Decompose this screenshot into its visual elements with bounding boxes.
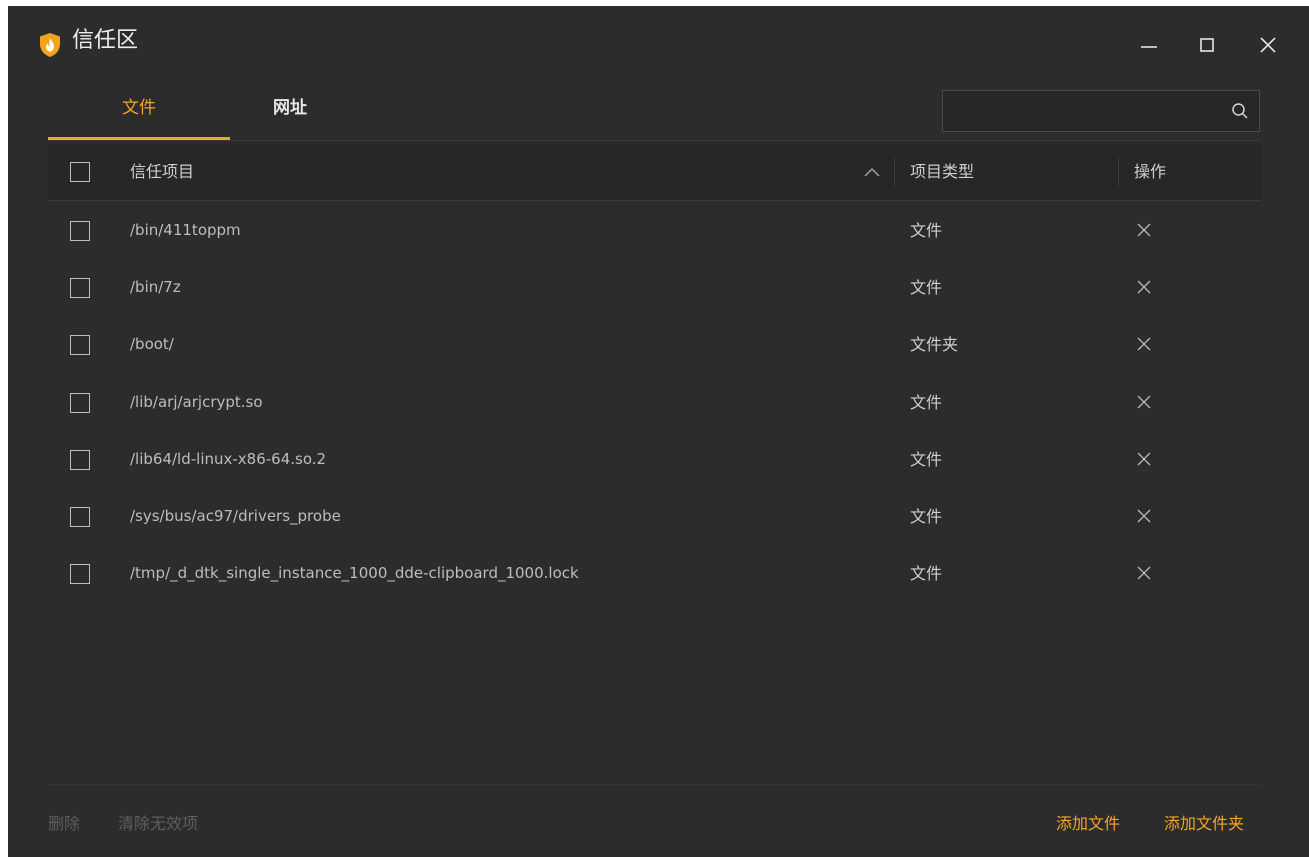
search-icon[interactable]	[1231, 102, 1249, 120]
row-path: /lib64/ld-linux-x86-64.so.2	[130, 450, 327, 468]
row-checkbox[interactable]	[70, 450, 90, 470]
table-row[interactable]: /lib64/ld-linux-x86-64.so.2 文件	[48, 431, 1261, 488]
row-checkbox[interactable]	[70, 564, 90, 584]
close-icon[interactable]	[1136, 279, 1152, 295]
close-icon	[1260, 37, 1276, 53]
tab-urls[interactable]: 网址	[230, 84, 350, 138]
row-type: 文件夹	[910, 335, 959, 354]
row-checkbox[interactable]	[70, 335, 90, 355]
table-row[interactable]: /bin/7z 文件	[48, 259, 1261, 316]
row-path: /boot/	[130, 335, 174, 353]
close-icon[interactable]	[1136, 222, 1152, 238]
add-folder-button[interactable]: 添加文件夹	[1164, 812, 1244, 836]
close-icon[interactable]	[1136, 394, 1152, 410]
chevron-up-icon[interactable]	[862, 164, 882, 180]
close-icon[interactable]	[1136, 565, 1152, 581]
search-input[interactable]	[951, 97, 1215, 127]
table-row[interactable]: /bin/411toppm 文件	[48, 202, 1261, 259]
table-row[interactable]: /lib/arj/arjcrypt.so 文件	[48, 374, 1261, 431]
row-type: 文件	[910, 507, 943, 526]
delete-button[interactable]: 删除	[48, 812, 80, 836]
column-header-action: 操作	[1134, 162, 1167, 181]
select-all-checkbox[interactable]	[70, 162, 90, 182]
table-row[interactable]: /sys/bus/ac97/drivers_probe 文件	[48, 488, 1261, 545]
row-type: 文件	[910, 221, 943, 240]
shield-flame-icon	[40, 33, 60, 57]
row-path: /lib/arj/arjcrypt.so	[130, 393, 263, 411]
maximize-icon	[1200, 38, 1214, 52]
close-icon[interactable]	[1136, 336, 1152, 352]
column-header-type[interactable]: 项目类型	[910, 144, 974, 200]
row-path: /sys/bus/ac97/drivers_probe	[130, 507, 341, 525]
row-checkbox[interactable]	[70, 507, 90, 527]
row-type: 文件	[910, 278, 943, 297]
minimize-icon	[1141, 46, 1157, 48]
table-header: 信任项目 项目类型 操作	[48, 144, 1261, 201]
row-checkbox[interactable]	[70, 221, 90, 241]
close-button[interactable]	[1253, 30, 1283, 60]
column-divider	[894, 158, 895, 186]
row-path: /tmp/_d_dtk_single_instance_1000_dde-cli…	[130, 564, 579, 582]
add-file-button[interactable]: 添加文件	[1056, 812, 1120, 836]
column-divider	[1118, 158, 1119, 186]
row-checkbox[interactable]	[70, 393, 90, 413]
close-icon[interactable]	[1136, 508, 1152, 524]
row-type: 文件	[910, 450, 943, 469]
clean-invalid-button[interactable]: 清除无效项	[118, 812, 198, 836]
table-row[interactable]: /boot/ 文件夹	[48, 316, 1261, 373]
minimize-button[interactable]	[1134, 30, 1164, 60]
row-checkbox[interactable]	[70, 278, 90, 298]
close-icon[interactable]	[1136, 451, 1152, 467]
column-header-item[interactable]: 信任项目	[130, 144, 194, 200]
row-path: /bin/7z	[130, 278, 181, 296]
trust-zone-window: 信任区 文件 网址 信任项目 项目类型 操作 /bin/411toppm 文件 …	[8, 6, 1309, 857]
tab-files[interactable]: 文件	[48, 84, 230, 140]
row-type: 文件	[910, 564, 943, 583]
search-box	[942, 90, 1260, 132]
title-bar: 信任区	[8, 6, 1309, 78]
window-title: 信任区	[72, 28, 139, 53]
maximize-button[interactable]	[1192, 30, 1222, 60]
footer-divider	[48, 784, 1261, 785]
table-row[interactable]: /tmp/_d_dtk_single_instance_1000_dde-cli…	[48, 545, 1261, 602]
row-type: 文件	[910, 393, 943, 412]
row-path: /bin/411toppm	[130, 221, 241, 239]
